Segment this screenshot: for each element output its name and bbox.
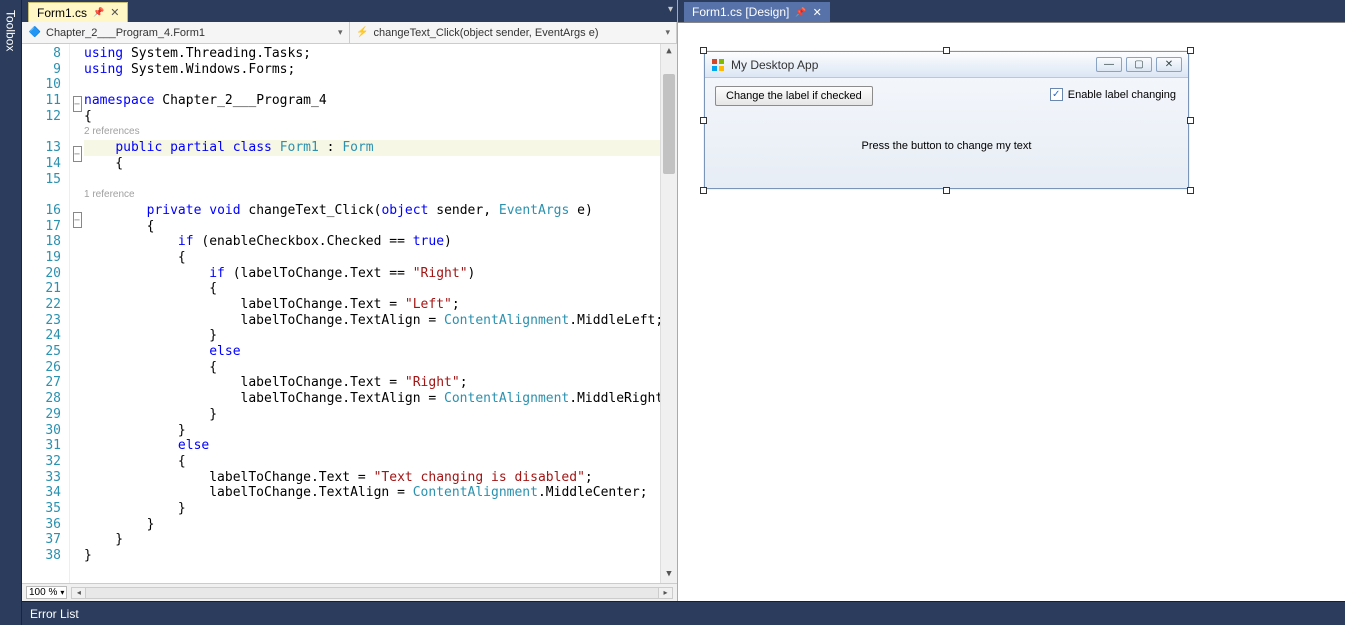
designer-tabstrip: Form1.cs [Design] 📌 ✕	[678, 0, 1345, 22]
close-icon[interactable]: ✕	[110, 6, 119, 19]
resize-handle[interactable]	[700, 47, 707, 54]
button-label: Change the label if checked	[726, 90, 862, 102]
method-icon: ⚡	[356, 26, 370, 40]
form-preview[interactable]: My Desktop App — ▢ ✕ Change the label if…	[704, 51, 1189, 189]
pin-icon[interactable]: 📌	[93, 7, 104, 18]
scrollbar-thumb[interactable]	[663, 74, 675, 174]
tab-form1-design[interactable]: Form1.cs [Design] 📌 ✕	[684, 2, 830, 22]
fold-column[interactable]: −−−	[70, 44, 84, 583]
chevron-down-icon: ▾	[60, 588, 64, 597]
class-combo[interactable]: 🔷 Chapter_2___Program_4.Form1 ▾	[22, 22, 350, 43]
enable-checkbox[interactable]: ✓ Enable label changing	[1050, 88, 1176, 101]
change-label-button[interactable]: Change the label if checked	[715, 86, 873, 106]
tab-overflow-icon[interactable]: ▾	[668, 4, 673, 15]
editor-tabstrip: Form1.cs 📌 ✕ ▾	[22, 0, 677, 22]
pin-icon[interactable]: 📌	[795, 7, 806, 18]
scroll-up-icon[interactable]: ▲	[661, 44, 677, 60]
class-icon: 🔷	[28, 26, 42, 40]
close-icon[interactable]: ✕	[813, 6, 822, 19]
changeable-label[interactable]: Press the button to change my text	[705, 140, 1188, 152]
scroll-left-icon[interactable]: ◂	[72, 588, 86, 598]
resize-handle[interactable]	[1187, 117, 1194, 124]
form-client-area: Change the label if checked ✓ Enable lab…	[705, 78, 1188, 188]
app-icon	[711, 58, 725, 72]
resize-handle[interactable]	[700, 187, 707, 194]
scroll-right-icon[interactable]: ▸	[658, 588, 672, 598]
designer-surface[interactable]: My Desktop App — ▢ ✕ Change the label if…	[678, 22, 1345, 601]
tab-label: Form1.cs	[37, 6, 87, 20]
scroll-down-icon[interactable]: ▼	[661, 567, 677, 583]
toolbox-sidebar[interactable]: Toolbox	[0, 0, 22, 625]
resize-handle[interactable]	[700, 117, 707, 124]
code-content[interactable]: using System.Threading.Tasks;using Syste…	[84, 44, 660, 583]
toolbox-label: Toolbox	[4, 10, 18, 51]
code-editor[interactable]: ▭ 89101112131415161718192021222324252627…	[22, 44, 677, 583]
checkbox-box[interactable]: ✓	[1050, 88, 1063, 101]
tab-form1-cs[interactable]: Form1.cs 📌 ✕	[28, 2, 128, 22]
line-number-gutter: 8910111213141516171819202122232425262728…	[22, 44, 70, 583]
resize-handle[interactable]	[1187, 47, 1194, 54]
close-window-icon[interactable]: ✕	[1156, 57, 1182, 72]
minimize-icon[interactable]: —	[1096, 57, 1122, 72]
editor-statusbar: 100 % ▾ ◂ ▸	[22, 583, 677, 601]
zoom-combo[interactable]: 100 % ▾	[26, 586, 67, 599]
resize-handle[interactable]	[943, 47, 950, 54]
tab-label: Form1.cs [Design]	[692, 5, 789, 19]
maximize-icon[interactable]: ▢	[1126, 57, 1152, 72]
vertical-scrollbar[interactable]: ▲ ▼	[660, 44, 677, 583]
form-title: My Desktop App	[731, 58, 818, 72]
zoom-value: 100 %	[29, 587, 57, 598]
resize-handle[interactable]	[943, 187, 950, 194]
code-editor-pane: Form1.cs 📌 ✕ ▾ 🔷 Chapter_2___Program_4.F…	[22, 0, 678, 601]
error-list-label: Error List	[30, 607, 79, 621]
chevron-down-icon: ▾	[338, 27, 343, 38]
member-combo[interactable]: ⚡ changeText_Click(object sender, EventA…	[350, 22, 678, 43]
checkbox-label: Enable label changing	[1068, 89, 1176, 101]
resize-handle[interactable]	[1187, 187, 1194, 194]
class-combo-text: Chapter_2___Program_4.Form1	[46, 27, 205, 39]
designer-pane: Form1.cs [Design] 📌 ✕ My Desktop App — ▢	[678, 0, 1345, 601]
code-nav-bar: 🔷 Chapter_2___Program_4.Form1 ▾ ⚡ change…	[22, 22, 677, 44]
error-list-tab[interactable]: Error List	[22, 601, 1345, 625]
member-combo-text: changeText_Click(object sender, EventArg…	[374, 27, 599, 39]
form-titlebar: My Desktop App — ▢ ✕	[705, 52, 1188, 78]
chevron-down-icon: ▾	[665, 27, 670, 38]
horizontal-scrollbar[interactable]: ◂ ▸	[71, 587, 673, 599]
